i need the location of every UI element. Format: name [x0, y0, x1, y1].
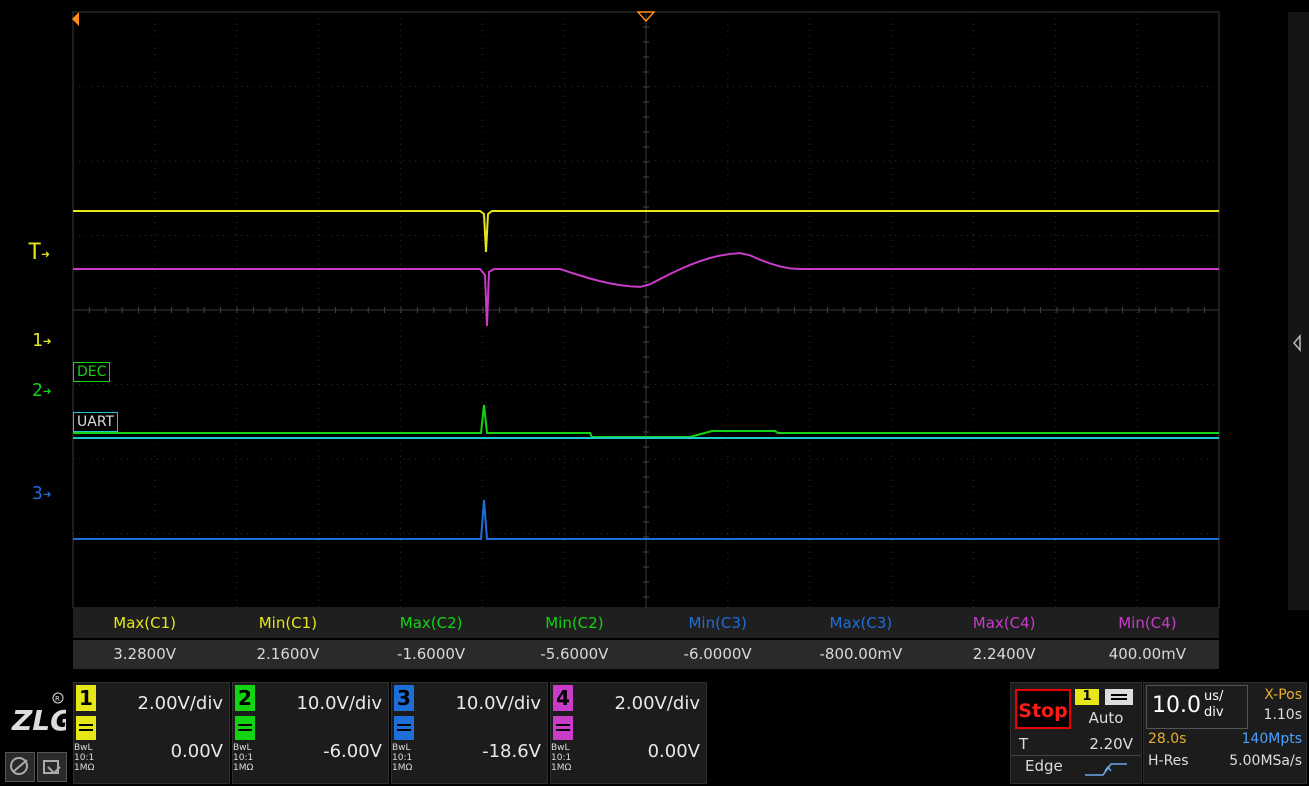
- channel-4-panel[interactable]: 4 BwL 10:1 1MΩ 2.00V/div 0.00V: [550, 682, 707, 784]
- trigger-type[interactable]: Edge: [1025, 757, 1063, 775]
- uart-bus-label[interactable]: UART: [73, 412, 119, 432]
- vertical-scale[interactable]: 2.00V/div: [137, 693, 223, 714]
- coupling-icon: [235, 716, 255, 740]
- memory-depth: 140Mpts: [1241, 731, 1302, 747]
- measurement-value: 2.2400V: [972, 645, 1036, 663]
- touch-icon[interactable]: [5, 752, 35, 782]
- measurement-value: -800.00mV: [819, 645, 903, 663]
- channel-number[interactable]: 4: [553, 685, 573, 711]
- xpos-value[interactable]: 1.10s: [1264, 707, 1302, 723]
- svg-text:R: R: [55, 695, 60, 703]
- coupling-icon: [76, 716, 96, 740]
- vertical-scale[interactable]: 10.0V/div: [296, 693, 382, 714]
- channel-number[interactable]: 1: [76, 685, 96, 711]
- svg-text:ZLG: ZLG: [11, 704, 66, 737]
- measurement-label[interactable]: Max(C1): [73, 609, 216, 638]
- dec-bus-label[interactable]: DEC: [73, 362, 111, 382]
- vertical-scale[interactable]: 10.0V/div: [455, 693, 541, 714]
- timebase-unit-bottom: div: [1204, 705, 1224, 720]
- channel-number[interactable]: 3: [394, 685, 414, 711]
- measurement-label[interactable]: Max(C4): [933, 609, 1076, 638]
- measurement-value: 400.00mV: [1108, 645, 1187, 663]
- run-stop-button[interactable]: Stop: [1015, 689, 1071, 729]
- channel-meta: BwL 10:1 1MΩ: [233, 743, 254, 773]
- channel-2-panel[interactable]: 2 BwL 10:1 1MΩ 10.0V/div -6.00V: [232, 682, 389, 784]
- measurement-values: 3.2800V 2.1600V -1.6000V -5.6000V -6.0000V -8…: [73, 640, 1219, 669]
- timebase-panel[interactable]: 10.0 us/ div X-Pos 1.10s 28.0s 140Mpts H…: [1143, 682, 1307, 784]
- measurement-label[interactable]: Max(C3): [789, 609, 932, 638]
- vertical-offset[interactable]: 0.00V: [171, 741, 223, 762]
- measurement-label[interactable]: Max(C2): [360, 609, 503, 638]
- vertical-offset[interactable]: -6.00V: [323, 741, 382, 762]
- sample-rate: 5.00MSa/s: [1229, 753, 1302, 769]
- coupling-icon: [394, 716, 414, 740]
- trigger-mode[interactable]: Auto: [1075, 709, 1137, 727]
- acquisition-mode[interactable]: H-Res: [1148, 753, 1189, 769]
- timebase-unit-top: us/: [1204, 689, 1224, 704]
- ch3-ground-marker[interactable]: 3➜: [32, 483, 51, 504]
- channel-1-panel[interactable]: 1 BwL 10:1 1MΩ 2.00V/div 0.00V: [73, 682, 230, 784]
- measurement-value: -1.6000V: [397, 645, 466, 663]
- record-duration: 28.0s: [1148, 731, 1187, 747]
- coupling-icon: [553, 716, 573, 740]
- channel-meta: BwL 10:1 1MΩ: [551, 743, 572, 773]
- side-panel[interactable]: [1288, 12, 1309, 610]
- trigger-level-marker[interactable]: T➜: [28, 240, 50, 265]
- xpos-label: X-Pos: [1264, 687, 1302, 703]
- trigger-source-badge: 1: [1075, 689, 1099, 705]
- channel-number[interactable]: 2: [235, 685, 255, 711]
- measurement-value: -6.0000V: [683, 645, 752, 663]
- gesture-icon[interactable]: [37, 752, 67, 782]
- measurement-value: 3.2800V: [113, 645, 176, 663]
- measurement-label[interactable]: Min(C3): [646, 609, 789, 638]
- channel-3-panel[interactable]: 3 BwL 10:1 1MΩ 10.0V/div -18.6V: [391, 682, 548, 784]
- timebase-value[interactable]: 10.0: [1152, 693, 1201, 718]
- zlg-logo: ZLG R: [11, 692, 66, 737]
- trigger-label: T: [1019, 735, 1029, 753]
- vertical-offset[interactable]: -18.6V: [482, 741, 541, 762]
- channel-meta: BwL 10:1 1MΩ: [392, 743, 413, 773]
- measurement-value: -5.6000V: [540, 645, 609, 663]
- edge-rising-icon: [1085, 763, 1127, 776]
- measurement-labels: Max(C1) Min(C1) Max(C2) Min(C2) Min(C3) Max(C…: [73, 609, 1219, 638]
- measurement-label[interactable]: Min(C4): [1076, 609, 1219, 638]
- trigger-coupling-icon: [1105, 689, 1133, 705]
- measurement-value: 2.1600V: [256, 645, 320, 663]
- measurement-label[interactable]: Min(C2): [503, 609, 646, 638]
- channel-meta: BwL 10:1 1MΩ: [74, 743, 95, 773]
- trigger-panel[interactable]: Stop 1 Auto T 2.20V Edge: [1010, 682, 1142, 784]
- ch2-ground-marker[interactable]: 2➜: [32, 380, 51, 401]
- vertical-scale[interactable]: 2.00V/div: [614, 693, 700, 714]
- vertical-offset[interactable]: 0.00V: [648, 741, 700, 762]
- trigger-level[interactable]: 2.20V: [1089, 735, 1133, 753]
- ch1-ground-marker[interactable]: 1➜: [32, 330, 51, 351]
- measurement-label[interactable]: Min(C1): [216, 609, 359, 638]
